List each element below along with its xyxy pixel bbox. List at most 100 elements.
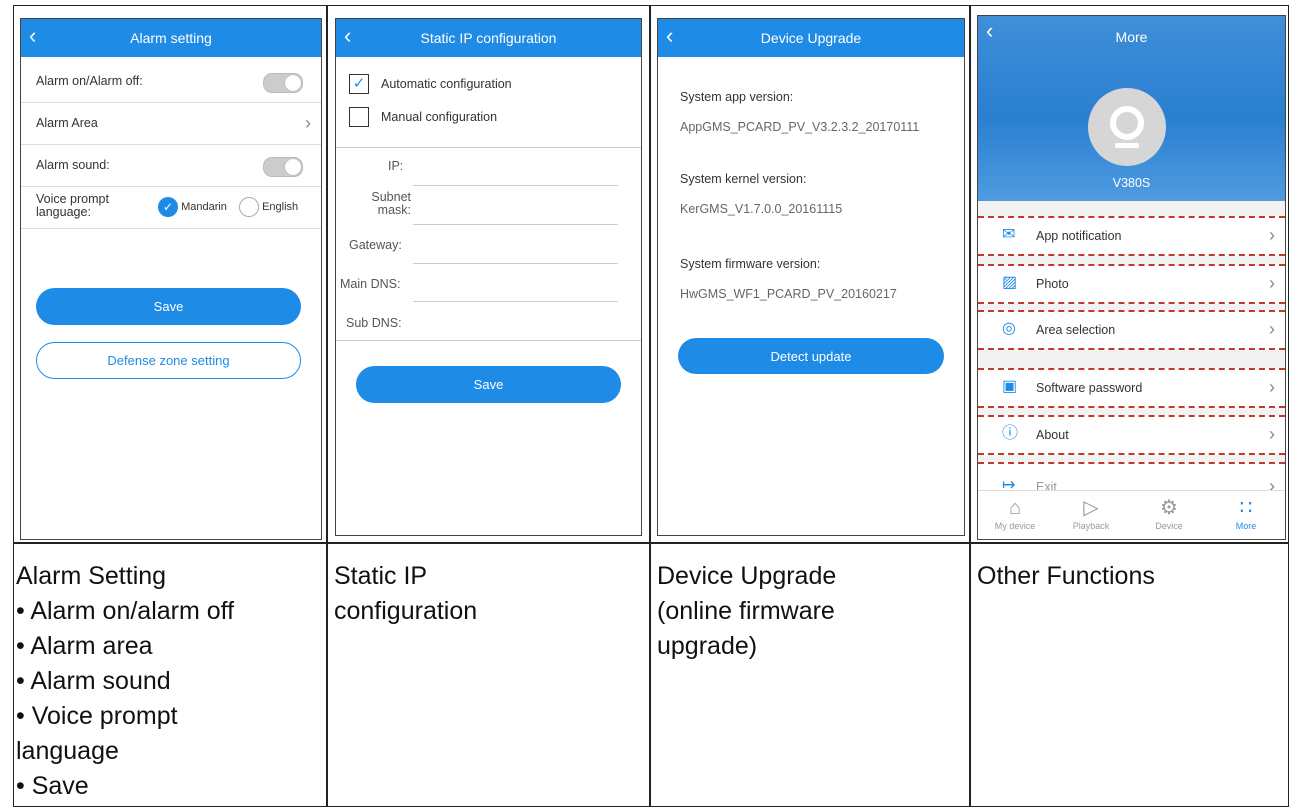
device-upgrade-screen: ‹ Device Upgrade System app version: App… <box>657 18 965 536</box>
radio-mandarin[interactable]: ✓ Mandarin <box>158 197 227 217</box>
more-profile-banner: ‹ More V380S <box>978 16 1285 201</box>
voice-prompt-label: Voice prompt language: <box>36 193 109 219</box>
bottom-tab-bar: ⌂ My device ▷ Playback ⚙ Device ∷ More <box>978 490 1285 539</box>
camera-stand <box>1115 143 1139 148</box>
gateway-label: Gateway: <box>349 238 402 252</box>
firmware-version-label: System firmware version: <box>680 257 821 271</box>
alarm-onoff-label: Alarm on/Alarm off: <box>36 74 143 88</box>
chevron-right-icon: › <box>1269 424 1275 444</box>
caption-alarm-bullet: language <box>16 737 119 765</box>
tab-playback-label: Playback <box>1072 521 1110 531</box>
about-label: About <box>1036 428 1069 442</box>
menu-item-about[interactable]: ⓘ About › <box>978 415 1285 455</box>
subnet-label-line1: Subnet <box>371 190 411 204</box>
subnet-field[interactable] <box>413 224 618 225</box>
tab-device[interactable]: ⚙ Device <box>1132 491 1206 539</box>
area-selection-label: Area selection <box>1036 323 1116 337</box>
menu-item-photo[interactable]: ▨ Photo › <box>978 264 1285 304</box>
location-pin-icon: ◎ <box>1002 320 1016 337</box>
back-icon[interactable]: ‹ <box>29 21 36 51</box>
tab-more[interactable]: ∷ More <box>1209 491 1283 539</box>
kernel-version-label: System kernel version: <box>680 172 807 186</box>
alarm-onoff-row: Alarm on/Alarm off: <box>21 61 321 103</box>
alarm-onoff-toggle[interactable] <box>263 73 303 93</box>
alarm-setting-screen: ‹ Alarm setting Alarm on/Alarm off: Alar… <box>20 18 322 540</box>
gear-icon: ⚙ <box>1160 497 1178 519</box>
mandarin-label: Mandarin <box>181 200 227 213</box>
caption-more: Other Functions <box>977 559 1282 594</box>
chevron-right-icon: › <box>1269 319 1275 339</box>
caption-alarm: Alarm Setting • Alarm on/alarm off • Ala… <box>16 559 326 804</box>
alarm-area-label: Alarm Area <box>36 116 98 130</box>
caption-static-ip-line1: Static IP <box>334 562 428 590</box>
tab-my-device[interactable]: ⌂ My device <box>978 491 1052 539</box>
caption-alarm-title: Alarm Setting <box>16 562 167 590</box>
tab-playback[interactable]: ▷ Playback <box>1054 491 1128 539</box>
caption-alarm-bullet: • Alarm area <box>16 632 153 660</box>
static-ip-screen: ‹ Static IP configuration ✓ Automatic co… <box>335 18 642 536</box>
caption-static-ip-line2: configuration <box>334 597 478 625</box>
caption-upgrade: Device Upgrade (online firmware upgrade) <box>657 559 967 664</box>
tab-device-label: Device <box>1155 521 1183 531</box>
app-version-value: AppGMS_PCARD_PV_V3.2.3.2_20170111 <box>680 120 920 134</box>
tab-my-device-label: My device <box>994 521 1036 531</box>
voice-prompt-row: Voice prompt language: ✓ Mandarin Englis… <box>21 187 321 229</box>
radio-english[interactable]: English <box>239 197 298 217</box>
sub-dns-label: Sub DNS: <box>346 316 402 330</box>
chevron-right-icon: › <box>1269 273 1275 293</box>
firmware-version-value: HwGMS_WF1_PCARD_PV_20160217 <box>680 287 897 301</box>
chevron-right-icon: › <box>1269 377 1275 397</box>
alarm-sound-label: Alarm sound: <box>36 158 110 172</box>
home-icon: ⌂ <box>1008 497 1022 519</box>
caption-upgrade-line1: Device Upgrade <box>657 562 837 590</box>
empty-circle-icon <box>239 197 259 217</box>
menu-item-app-notification[interactable]: ✉ App notification › <box>978 216 1285 256</box>
defense-zone-button[interactable]: Defense zone setting <box>36 342 301 379</box>
divider <box>336 340 641 341</box>
alarm-sound-row: Alarm sound: <box>21 145 321 187</box>
lock-icon: ▣ <box>1002 378 1018 395</box>
more-screen: ‹ More V380S ✉ App notification › ▨ Phot… <box>977 15 1286 540</box>
alarm-title: Alarm setting <box>130 30 212 46</box>
camera-icon <box>1110 106 1144 140</box>
menu-item-software-password[interactable]: ▣ Software password › <box>978 368 1285 408</box>
caption-alarm-bullet: • Voice prompt <box>16 702 178 730</box>
caption-upgrade-line2: (online firmware <box>657 597 835 625</box>
app-notification-label: App notification <box>1036 229 1122 243</box>
upgrade-header: ‹ Device Upgrade <box>658 19 964 57</box>
alarm-save-button[interactable]: Save <box>36 288 301 325</box>
play-icon: ▷ <box>1083 497 1099 519</box>
upgrade-title: Device Upgrade <box>760 30 862 46</box>
gateway-field[interactable] <box>413 263 618 264</box>
subnet-label-line2: mask: <box>377 203 411 217</box>
caption-more-line1: Other Functions <box>977 562 1155 590</box>
chevron-right-icon: › <box>305 113 311 133</box>
chevron-right-icon: › <box>1269 225 1275 245</box>
back-icon[interactable]: ‹ <box>344 21 351 51</box>
auto-config-checkbox[interactable]: ✓ <box>349 74 369 94</box>
image-icon: ▨ <box>1002 274 1018 291</box>
alarm-sound-toggle[interactable] <box>263 157 303 177</box>
app-version-label: System app version: <box>680 90 794 104</box>
manual-config-label: Manual configuration <box>381 110 498 124</box>
alarm-header: ‹ Alarm setting <box>21 19 321 57</box>
device-name: V380S <box>1112 176 1151 190</box>
manual-config-checkbox[interactable] <box>349 107 369 127</box>
avatar <box>1088 88 1166 166</box>
grid-dots-icon: ∷ <box>1239 497 1253 519</box>
auto-config-label: Automatic configuration <box>381 77 512 91</box>
alarm-area-row[interactable]: Alarm Area › <box>21 103 321 145</box>
more-title: More <box>1115 29 1148 45</box>
main-dns-field[interactable] <box>413 301 618 302</box>
tab-more-label: More <box>1235 521 1257 531</box>
caption-upgrade-line3: upgrade) <box>657 632 758 660</box>
ip-field[interactable] <box>413 185 618 186</box>
info-up-arrow-icon: ⓘ <box>1002 425 1019 442</box>
divider <box>336 147 641 148</box>
menu-item-area-selection[interactable]: ◎ Area selection › <box>978 310 1285 350</box>
voice-prompt-label-line2: language: <box>36 205 91 219</box>
back-icon[interactable]: ‹ <box>666 21 673 51</box>
static-ip-save-button[interactable]: Save <box>356 366 621 403</box>
caption-static-ip: Static IP configuration <box>334 559 644 629</box>
detect-update-button[interactable]: Detect update <box>678 338 944 374</box>
